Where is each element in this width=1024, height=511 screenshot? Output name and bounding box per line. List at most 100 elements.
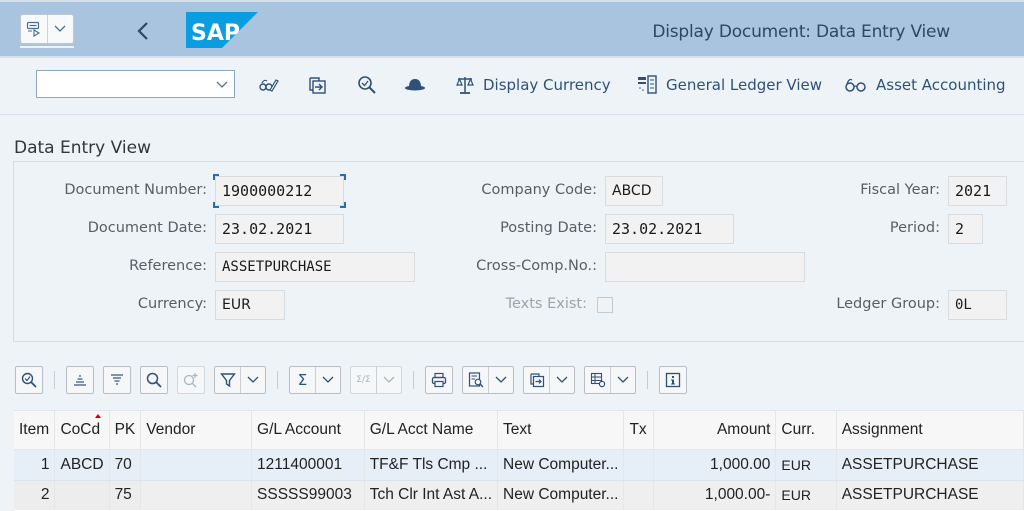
ledger-icon (638, 75, 657, 94)
cell-gl-acct-name[interactable]: Tch Clr Int Ast A... (364, 480, 499, 510)
menu-dropdown-icon[interactable] (48, 15, 74, 43)
cell-vendor[interactable] (140, 480, 253, 510)
shell-header: SAP Display Document: Data Entry View (0, 0, 1024, 58)
cell-curr[interactable]: EUR (775, 449, 837, 481)
display-currency-button[interactable]: Display Currency (456, 72, 611, 98)
cell-pk[interactable]: 75 (109, 480, 142, 510)
sort-indicator-icon (95, 414, 101, 418)
cell-amount[interactable]: 1,000.00- (653, 480, 777, 510)
focus-corner (340, 202, 346, 208)
details-icon (21, 372, 37, 388)
focus-corner (340, 174, 346, 180)
cell-tx[interactable] (623, 480, 655, 510)
column-header-tx[interactable]: Tx (623, 411, 655, 450)
export-icon (529, 373, 544, 388)
period-field[interactable]: 2 (948, 214, 983, 244)
find-button[interactable] (356, 74, 378, 96)
table-row[interactable]: 1 ABCD 70 1211400001 TF&F Tls Cmp ... Ne… (14, 449, 1024, 481)
display-change-button[interactable] (258, 74, 280, 96)
cell-item[interactable]: 2 (14, 480, 56, 510)
column-header-text[interactable]: Text (497, 411, 625, 450)
view-button[interactable] (462, 366, 514, 394)
find-button[interactable] (140, 366, 168, 394)
asset-accounting-button[interactable]: Asset Accounting (845, 72, 1006, 98)
cell-text[interactable]: New Computer... (497, 480, 625, 510)
section-title: Data Entry View (14, 138, 151, 158)
general-ledger-view-label: General Ledger View (666, 76, 823, 94)
filter-icon (219, 373, 236, 388)
sort-ascending-button[interactable] (66, 366, 94, 394)
cell-item[interactable]: 1 (14, 449, 56, 481)
column-header-amount[interactable]: Amount (653, 411, 777, 450)
separator (54, 371, 55, 389)
currency-field[interactable]: EUR (215, 290, 285, 320)
print-button[interactable] (425, 366, 453, 394)
cell-assignment[interactable]: ASSETPURCHASE (836, 480, 1024, 510)
cell-gl-account[interactable]: SSSSS99003 (251, 480, 365, 510)
menu-button[interactable] (20, 14, 74, 44)
back-button[interactable] (130, 16, 156, 46)
cell-curr[interactable]: EUR (775, 480, 837, 510)
column-header-assignment[interactable]: Assignment (836, 411, 1024, 450)
cell-assignment[interactable]: ASSETPURCHASE (836, 449, 1024, 481)
cross-comp-no-field[interactable] (605, 252, 805, 282)
cell-cocd[interactable] (54, 480, 110, 510)
line-items-table: Item CoCd PK Vendor G/L Account G/L Acct… (14, 410, 1024, 511)
display-currency-label: Display Currency (483, 76, 611, 94)
posting-date-field[interactable]: 23.02.2021 (605, 214, 734, 244)
column-header-pk[interactable]: PK (109, 411, 142, 450)
export-icon (309, 77, 326, 94)
print-icon (431, 372, 447, 388)
column-header-item[interactable]: Item (14, 411, 56, 450)
details-button[interactable] (15, 366, 43, 394)
hat-button[interactable] (404, 74, 426, 96)
cell-vendor[interactable] (140, 449, 253, 481)
chevron-down-icon[interactable] (215, 77, 229, 91)
command-input[interactable] (37, 71, 207, 97)
fiscal-year-label: Fiscal Year: (860, 182, 940, 198)
document-number-field[interactable]: 1900000212 (215, 176, 344, 206)
column-header-vendor[interactable]: Vendor (140, 411, 253, 450)
command-field[interactable] (36, 70, 235, 98)
find-next-icon (183, 373, 198, 388)
column-header-gl-acct-name[interactable]: G/L Acct Name (364, 411, 499, 450)
filter-button[interactable] (214, 366, 266, 394)
cell-gl-account[interactable]: 1211400001 (251, 449, 365, 481)
cell-tx[interactable] (623, 449, 655, 481)
menu-icon[interactable] (21, 15, 48, 43)
sort-descending-button[interactable] (103, 366, 131, 394)
ledger-group-field[interactable]: 0L (948, 290, 1007, 320)
cell-text[interactable]: New Computer... (497, 449, 625, 481)
reference-field[interactable]: ASSETPURCHASE (215, 252, 415, 282)
glasses-icon (845, 78, 866, 92)
column-header-gl-account[interactable]: G/L Account (251, 411, 365, 450)
scales-icon (456, 77, 474, 94)
cell-pk[interactable]: 70 (109, 449, 142, 481)
subtotal-button[interactable]: Σ/Σ (350, 366, 402, 394)
export-button[interactable] (523, 366, 575, 394)
table-row[interactable]: 2 75 SSSSS99003 Tch Clr Int Ast A... New… (14, 480, 1024, 510)
layout-icon (590, 372, 605, 388)
layout-button[interactable] (584, 366, 636, 394)
document-date-field[interactable]: 23.02.2021 (215, 214, 344, 244)
chevron-down-icon (247, 376, 259, 383)
info-button[interactable] (659, 366, 687, 394)
svg-text:SAP: SAP (191, 21, 240, 46)
company-code-field[interactable]: ABCD (605, 176, 663, 206)
cell-gl-acct-name[interactable]: TF&F Tls Cmp ... (364, 449, 499, 481)
asset-accounting-label: Asset Accounting (876, 76, 1006, 94)
page-title: Display Document: Data Entry View (652, 22, 950, 42)
fiscal-year-field[interactable]: 2021 (948, 176, 1007, 206)
cell-cocd[interactable]: ABCD (54, 449, 110, 481)
currency-label: Currency: (137, 296, 207, 312)
export-button[interactable] (306, 74, 328, 96)
column-header-curr[interactable]: Curr. (775, 411, 837, 450)
general-ledger-view-button[interactable]: General Ledger View (637, 72, 822, 98)
find-next-button[interactable] (177, 366, 205, 394)
texts-exist-checkbox[interactable] (597, 297, 613, 313)
sum-button[interactable]: Σ (289, 366, 341, 394)
cell-amount[interactable]: 1,000.00 (653, 449, 777, 481)
table-header-row: Item CoCd PK Vendor G/L Account G/L Acct… (14, 411, 1024, 450)
period-label: Period: (889, 220, 940, 236)
view-icon (468, 372, 483, 388)
